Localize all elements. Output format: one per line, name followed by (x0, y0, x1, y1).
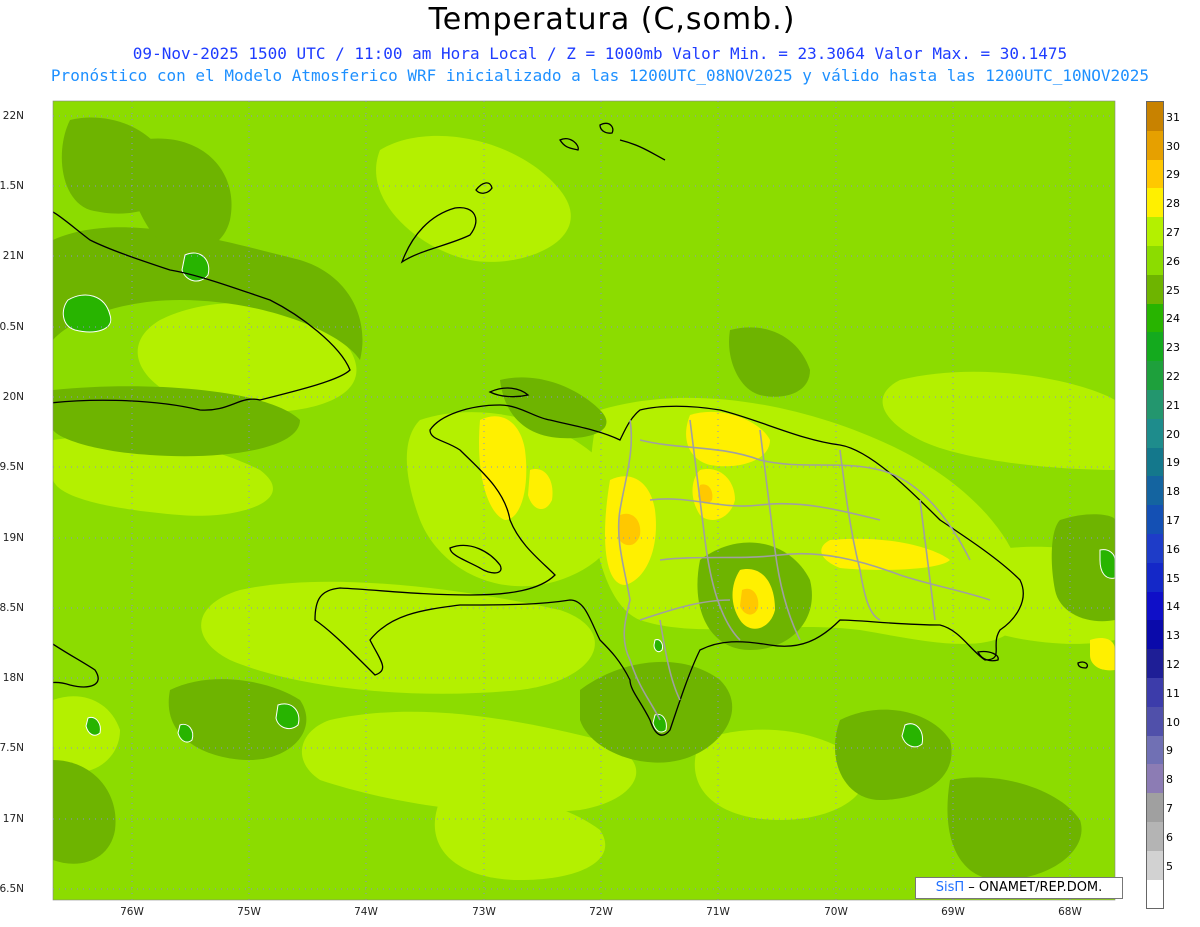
colorbar-swatch (1147, 821, 1163, 851)
lon-label: 68W (1058, 906, 1082, 918)
colorbar-swatch (1147, 217, 1163, 246)
colorbar-label: 13 (1166, 629, 1180, 643)
colorbar-label: 9 (1166, 744, 1173, 758)
colorbar-swatch (1147, 793, 1163, 822)
colorbar-swatch (1147, 620, 1163, 650)
lon-label: 69W (941, 906, 965, 918)
colorbar-label: 24 (1166, 312, 1180, 326)
lat-label: 19.5N (0, 461, 24, 473)
colorbar-label: 18 (1166, 485, 1180, 499)
lat-label: 17.5N (0, 742, 24, 754)
colorbar-label: 30 (1166, 139, 1180, 153)
colorbar-label: 26 (1166, 254, 1180, 268)
lon-label: 73W (472, 906, 496, 918)
colorbar-label: 25 (1166, 283, 1180, 297)
colorbar-label: 8 (1166, 773, 1173, 787)
credit-box: SisΠ – ONAMET/REP.DOM. (915, 877, 1123, 899)
colorbar-swatch (1147, 476, 1163, 506)
colorbar-swatch (1147, 188, 1163, 218)
colorbar-label: 27 (1166, 226, 1180, 239)
colorbar-swatch (1147, 102, 1163, 131)
lat-label: 18.5N (0, 602, 24, 614)
lon-label: 74W (354, 906, 378, 918)
colorbar-label: 31 (1166, 110, 1180, 124)
lat-label: 20.5N (0, 321, 24, 333)
colorbar-swatch (1147, 533, 1163, 563)
colorbar-swatch (1147, 130, 1163, 160)
colorbar-label: 29 (1166, 168, 1180, 182)
colorbar-swatch (1147, 735, 1163, 765)
sispi-logo-text: SisΠ (935, 880, 965, 895)
lat-label: 19N (2, 532, 24, 544)
colorbar-label: 6 (1166, 830, 1173, 844)
lon-label: 76W (120, 906, 144, 918)
colorbar-label: 14 (1166, 600, 1180, 614)
colorbar-label: 21 (1166, 398, 1180, 412)
lat-label: 18N (2, 672, 24, 684)
colorbar-swatch (1147, 274, 1163, 304)
colorbar-label: 19 (1166, 456, 1180, 470)
colorbar-swatch (1147, 505, 1163, 534)
colorbar-label: 15 (1166, 571, 1180, 585)
colorbar-label: 5 (1166, 859, 1173, 873)
lat-label: 20N (2, 391, 24, 403)
colorbar-swatch (1147, 361, 1163, 390)
credit-text: – ONAMET/REP.DOM. (968, 880, 1103, 895)
colorbar-swatch (1147, 879, 1163, 909)
colorbar-swatch (1147, 245, 1163, 275)
lon-label: 71W (706, 906, 730, 918)
colorbar-swatch (1147, 562, 1163, 592)
colorbar-label: 16 (1166, 542, 1180, 556)
lat-label: 21N (2, 250, 24, 262)
colorbar-swatch (1147, 591, 1163, 621)
lon-label: 75W (237, 906, 261, 918)
lat-label: 22N (2, 110, 24, 122)
temperature-colorbar (1146, 101, 1164, 910)
colorbar-swatch (1147, 677, 1163, 707)
colorbar-label: 23 (1166, 341, 1180, 355)
lat-label: 17N (2, 813, 24, 825)
colorbar-swatch (1147, 332, 1163, 362)
lat-label: 21.5N (0, 180, 24, 192)
lon-label: 72W (589, 906, 613, 918)
colorbar-label: 28 (1166, 197, 1180, 211)
colorbar-swatch (1147, 418, 1163, 448)
colorbar-swatch (1147, 850, 1163, 880)
colorbar-swatch (1147, 159, 1163, 189)
colorbar-label: 10 (1166, 715, 1180, 729)
colorbar-swatch (1147, 649, 1163, 678)
colorbar-swatch (1147, 389, 1163, 419)
lon-label: 70W (824, 906, 848, 918)
colorbar-label: 11 (1166, 686, 1180, 700)
colorbar-swatch (1147, 706, 1163, 736)
colorbar-swatch (1147, 764, 1163, 794)
colorbar-label: 20 (1166, 427, 1180, 441)
colorbar-label: 12 (1166, 658, 1180, 671)
colorbar-label: 7 (1166, 802, 1173, 815)
lat-label: 16.5N (0, 883, 24, 895)
colorbar-swatch (1147, 303, 1163, 333)
temperature-map (52, 100, 1116, 901)
colorbar-swatch (1147, 447, 1163, 477)
colorbar-label: 17 (1166, 514, 1180, 527)
colorbar-label: 22 (1166, 370, 1180, 383)
